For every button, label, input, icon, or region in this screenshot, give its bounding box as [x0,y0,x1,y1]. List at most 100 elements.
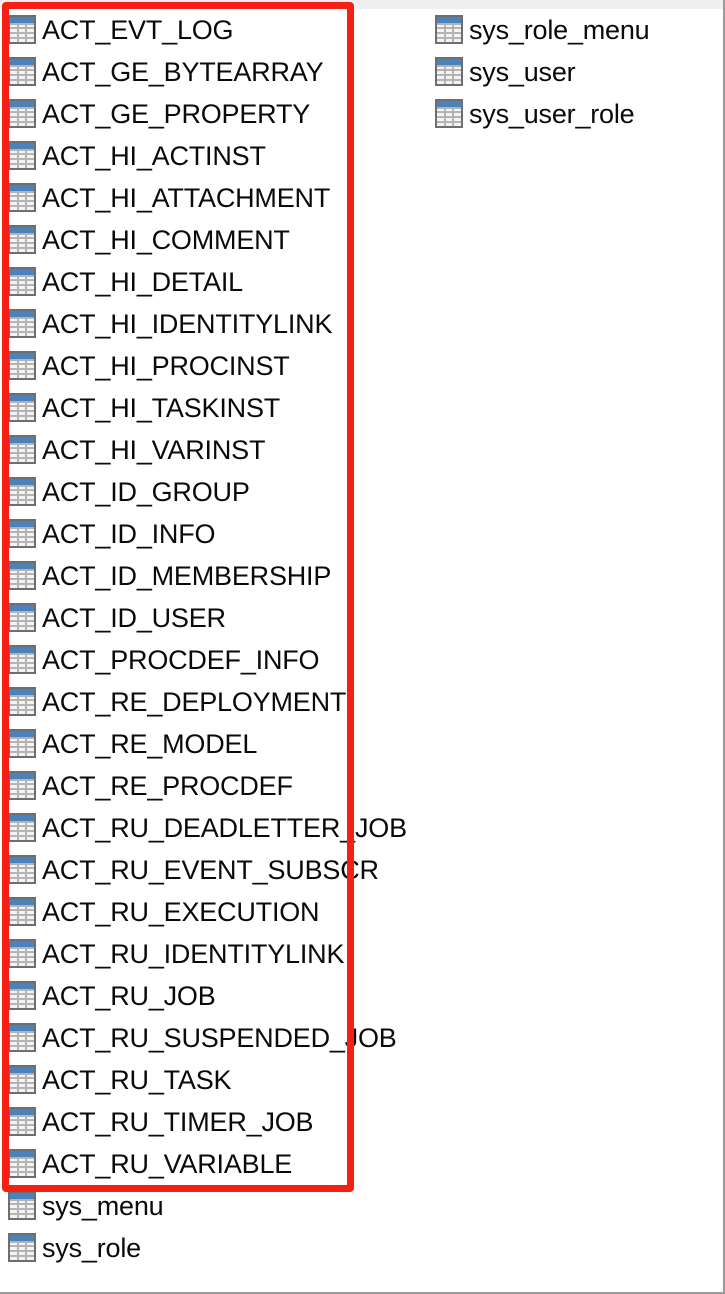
table-name-label: ACT_RU_EXECUTION [42,897,320,927]
table-list-item[interactable]: ACT_HI_COMMENT [8,219,407,261]
database-table-icon [8,309,36,339]
table-name-label: ACT_RE_DEPLOYMENT [42,687,347,717]
table-list-item[interactable]: ACT_ID_INFO [8,513,407,555]
database-table-icon [8,813,36,843]
table-name-label: sys_user [469,57,576,87]
table-list-item[interactable]: sys_role [8,1227,407,1269]
table-name-label: ACT_RU_EVENT_SUBSCR [42,855,379,885]
table-list-item[interactable]: ACT_RU_IDENTITYLINK [8,933,407,975]
database-table-icon [8,519,36,549]
table-list-left-column: ACT_EVT_LOG ACT_GE_BYTEARRAY ACT_GE_PROPER… [8,9,407,1269]
table-name-label: ACT_HI_TASKINST [42,393,281,423]
table-list-item[interactable]: ACT_RU_EVENT_SUBSCR [8,849,407,891]
database-table-icon [8,1107,36,1137]
table-list-item[interactable]: ACT_HI_VARINST [8,429,407,471]
table-list-item[interactable]: ACT_RU_VARIABLE [8,1143,407,1185]
database-table-icon [8,855,36,885]
table-list-item[interactable]: ACT_ID_MEMBERSHIP [8,555,407,597]
database-table-icon [8,1233,36,1263]
database-table-icon [8,351,36,381]
table-name-label: ACT_RU_DEADLETTER_JOB [42,813,407,843]
table-list-item[interactable]: ACT_PROCDEF_INFO [8,639,407,681]
table-name-label: ACT_GE_BYTEARRAY [42,57,324,87]
table-name-label: ACT_HI_ACTINST [42,141,266,171]
database-table-icon [8,981,36,1011]
table-name-label: ACT_ID_MEMBERSHIP [42,561,332,591]
table-name-label: ACT_RE_PROCDEF [42,771,293,801]
table-name-label: ACT_EVT_LOG [42,15,234,45]
table-list-item[interactable]: sys_role_menu [435,9,650,51]
database-table-icon [8,771,36,801]
database-table-icon [8,687,36,717]
table-list-sheet: ACT_EVT_LOG ACT_GE_BYTEARRAY ACT_GE_PROPER… [0,9,721,1292]
table-name-label: ACT_GE_PROPERTY [42,99,311,129]
table-name-label: ACT_RU_VARIABLE [42,1149,293,1179]
table-list-item[interactable]: ACT_RU_JOB [8,975,407,1017]
top-gray-band [0,0,725,9]
table-list-item[interactable]: ACT_HI_TASKINST [8,387,407,429]
table-list-item[interactable]: ACT_RU_TIMER_JOB [8,1101,407,1143]
table-list-item[interactable]: ACT_HI_PROCINST [8,345,407,387]
database-table-icon [8,99,36,129]
table-name-label: ACT_HI_VARINST [42,435,266,465]
table-name-label: ACT_ID_GROUP [42,477,250,507]
table-name-label: ACT_HI_COMMENT [42,225,290,255]
table-list-item[interactable]: ACT_GE_PROPERTY [8,93,407,135]
table-list-item[interactable]: sys_user [435,51,650,93]
database-table-icon [8,141,36,171]
table-name-label: ACT_HI_PROCINST [42,351,290,381]
table-name-label: ACT_RU_IDENTITYLINK [42,939,345,969]
database-table-icon [8,897,36,927]
table-name-label: ACT_RU_JOB [42,981,216,1011]
table-list-item[interactable]: ACT_EVT_LOG [8,9,407,51]
table-list-item[interactable]: ACT_HI_ATTACHMENT [8,177,407,219]
table-list-item[interactable]: ACT_GE_BYTEARRAY [8,51,407,93]
database-table-icon [8,393,36,423]
table-name-label: ACT_HI_IDENTITYLINK [42,309,333,339]
database-table-icon [435,99,463,129]
table-name-label: sys_role [42,1233,141,1263]
database-table-icon [8,183,36,213]
table-list-item[interactable]: ACT_HI_ACTINST [8,135,407,177]
table-name-label: ACT_HI_ATTACHMENT [42,183,331,213]
table-name-label: ACT_RE_MODEL [42,729,258,759]
table-list-item[interactable]: ACT_RU_DEADLETTER_JOB [8,807,407,849]
database-table-list-screenshot: ACT_EVT_LOG ACT_GE_BYTEARRAY ACT_GE_PROPER… [0,0,725,1294]
table-name-label: sys_menu [42,1191,164,1221]
database-table-icon [8,15,36,45]
database-table-icon [8,645,36,675]
database-table-icon [8,729,36,759]
table-name-label: ACT_PROCDEF_INFO [42,645,320,675]
table-name-label: ACT_RU_SUSPENDED_JOB [42,1023,397,1053]
database-table-icon [8,1191,36,1221]
database-table-icon [8,1065,36,1095]
database-table-icon [8,1023,36,1053]
table-list-item[interactable]: ACT_ID_GROUP [8,471,407,513]
table-list-item[interactable]: ACT_HI_IDENTITYLINK [8,303,407,345]
database-table-icon [8,477,36,507]
table-name-label: sys_role_menu [469,15,650,45]
table-list-item[interactable]: ACT_RU_TASK [8,1059,407,1101]
database-table-icon [8,435,36,465]
table-list-item[interactable]: ACT_RU_EXECUTION [8,891,407,933]
table-list-item[interactable]: ACT_HI_DETAIL [8,261,407,303]
database-table-icon [8,1149,36,1179]
database-table-icon [8,225,36,255]
table-name-label: ACT_RU_TASK [42,1065,232,1095]
table-list-item[interactable]: sys_user_role [435,93,650,135]
table-list-right-column: sys_role_menu sys_user sys_user_role [435,9,650,135]
table-list-item[interactable]: ACT_ID_USER [8,597,407,639]
database-table-icon [8,267,36,297]
database-table-icon [8,603,36,633]
table-list-item[interactable]: ACT_RE_DEPLOYMENT [8,681,407,723]
table-list-item[interactable]: sys_menu [8,1185,407,1227]
database-table-icon [8,561,36,591]
table-name-label: sys_user_role [469,99,635,129]
database-table-icon [435,57,463,87]
database-table-icon [8,939,36,969]
table-name-label: ACT_ID_INFO [42,519,216,549]
table-list-item[interactable]: ACT_RE_PROCDEF [8,765,407,807]
table-name-label: ACT_HI_DETAIL [42,267,243,297]
table-list-item[interactable]: ACT_RE_MODEL [8,723,407,765]
table-list-item[interactable]: ACT_RU_SUSPENDED_JOB [8,1017,407,1059]
